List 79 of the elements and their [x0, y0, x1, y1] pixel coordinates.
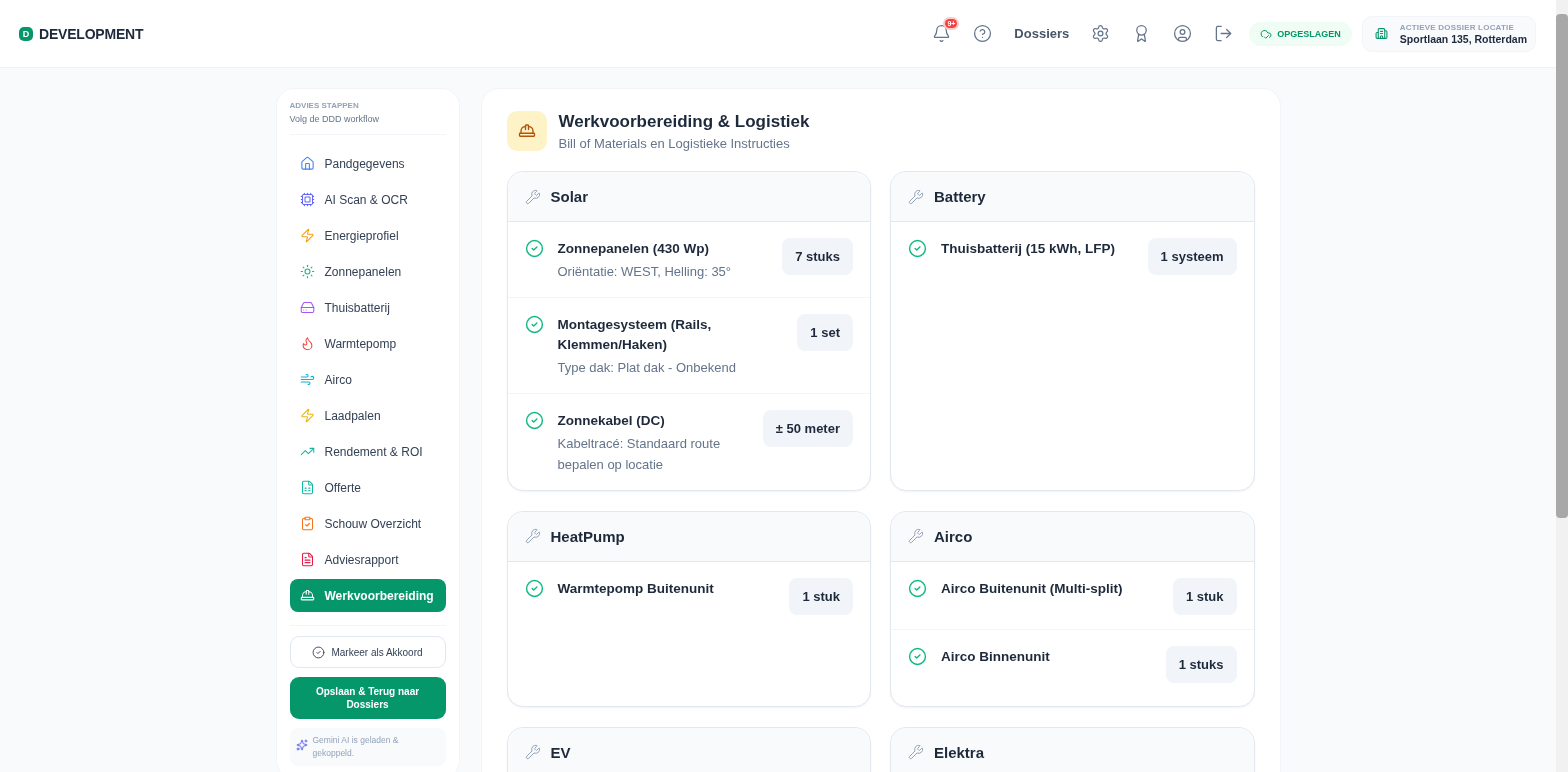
quantity-label: 1 systeem	[1147, 238, 1237, 275]
clipboard-icon	[299, 516, 315, 531]
dossiers-link[interactable]: Dossiers	[1014, 26, 1070, 41]
quantity-label: ± 50 meter	[762, 409, 853, 447]
sidebar-item[interactable]: Energieprofiel	[289, 219, 446, 252]
chip-icon	[299, 192, 315, 207]
profile-button[interactable]	[1173, 24, 1193, 43]
page-title: Werkvoorbereiding & Logistiek	[558, 111, 810, 132]
quantity-label: 7 stuks	[782, 238, 853, 275]
sidebar-item[interactable]: Schouw Overzicht	[289, 507, 446, 540]
lightning-icon	[299, 408, 315, 423]
wrench-icon	[908, 188, 924, 205]
location-label: ACTIEVE DOSSIER LOCATIE	[1399, 22, 1516, 32]
approve-button[interactable]: Markeer als Akkoord	[289, 636, 446, 668]
save-button[interactable]: Opslaan & Terug naar Dossiers	[289, 677, 446, 719]
material-detail: Kabeltracé: Standaard route bepalen op locatie	[557, 434, 722, 475]
settings-button[interactable]	[1091, 24, 1111, 43]
material-name: Airco Binnenunit	[941, 647, 1051, 666]
wrench-icon	[908, 528, 924, 545]
scrollbar[interactable]	[1556, 0, 1568, 772]
section-title: Battery	[934, 188, 986, 205]
help-button[interactable]	[973, 24, 993, 43]
wrench-icon	[524, 744, 541, 761]
material-name: Airco Buitenunit (Multi-split)	[941, 579, 1124, 598]
hard-hat-icon	[506, 111, 547, 151]
section-title: EV	[550, 743, 571, 761]
sidebar-item[interactable]: Warmtepomp	[289, 327, 446, 360]
sidebar-item[interactable]: Thuisbatterij	[289, 291, 446, 324]
sidebar-item[interactable]: Zonnepanelen	[289, 255, 446, 288]
ai-status-text: Gemini AI is geladen & gekoppeld.	[312, 734, 400, 760]
wind-icon	[299, 372, 315, 387]
logout-button[interactable]	[1214, 24, 1234, 43]
quantity-label: 1 set	[797, 313, 853, 351]
sidebar-item[interactable]: Werkvoorbereiding	[289, 579, 446, 612]
section-title: Solar	[550, 188, 588, 205]
quantity-label: 1 stuk	[789, 577, 853, 615]
sparkles-icon	[295, 739, 308, 751]
brand-name: DEVELOPMENT	[39, 25, 144, 42]
section-title: HeatPump	[550, 527, 625, 545]
building-icon	[1374, 27, 1388, 40]
cloud-check-icon	[1260, 27, 1273, 40]
material-name: Zonnekabel (DC)	[557, 411, 666, 430]
scrollbar-thumb[interactable]	[1556, 14, 1568, 518]
document-icon	[299, 552, 315, 567]
material-name: Thuisbatterij (15 kWh, LFP)	[941, 240, 1116, 258]
sidebar-subtitle: Volg de DDD workflow	[289, 114, 446, 135]
sidebar-title: ADVIES STAPPEN	[289, 101, 360, 110]
material-detail: Oriëntatie: WEST, Helling: 35°	[557, 263, 733, 282]
wrench-icon	[524, 528, 541, 545]
section-title: Airco	[934, 527, 973, 545]
check-icon	[312, 645, 326, 659]
wrench-icon	[524, 188, 541, 205]
material-name: Zonnepanelen (430 Wp)	[557, 240, 710, 258]
sidebar-item[interactable]: Airco	[289, 363, 446, 396]
sidebar-item[interactable]: Laadpalen	[289, 399, 446, 432]
sidebar-item[interactable]: Offerte	[289, 471, 446, 504]
material-name: Montagesysteem (Rails, Klemmen/Haken)	[557, 315, 713, 354]
hard-hat-icon	[299, 588, 315, 603]
sidebar-item[interactable]: Rendement & ROI	[289, 435, 446, 468]
wrench-icon	[908, 744, 924, 761]
save-status: OPGESLAGEN	[1249, 21, 1352, 46]
document-icon	[299, 480, 315, 495]
sidebar-item[interactable]: Adviesrapport	[289, 543, 446, 576]
page-subtitle: Bill of Materials en Logistieke Instructies	[558, 135, 791, 151]
quantity-label: 1 stuk	[1172, 577, 1237, 615]
flame-icon	[299, 336, 315, 351]
location-value: Sportlaan 135, Rotterdam	[1399, 32, 1527, 45]
sun-icon	[299, 264, 315, 279]
house-icon	[299, 156, 315, 171]
sidebar-item[interactable]: Pandgegevens	[289, 147, 446, 180]
material-detail: Type dak: Plat dak - Onbekend	[557, 359, 737, 378]
drive-icon	[299, 300, 315, 315]
logo-mark: D	[19, 26, 33, 41]
lightning-icon	[299, 228, 315, 243]
section-title: Elektra	[934, 743, 985, 761]
quantity-label: 1 stuks	[1165, 645, 1237, 683]
notifications-button[interactable]	[932, 24, 952, 43]
sidebar-item[interactable]: AI Scan & OCR	[289, 183, 446, 216]
material-name: Warmtepomp Buitenunit	[557, 579, 715, 598]
